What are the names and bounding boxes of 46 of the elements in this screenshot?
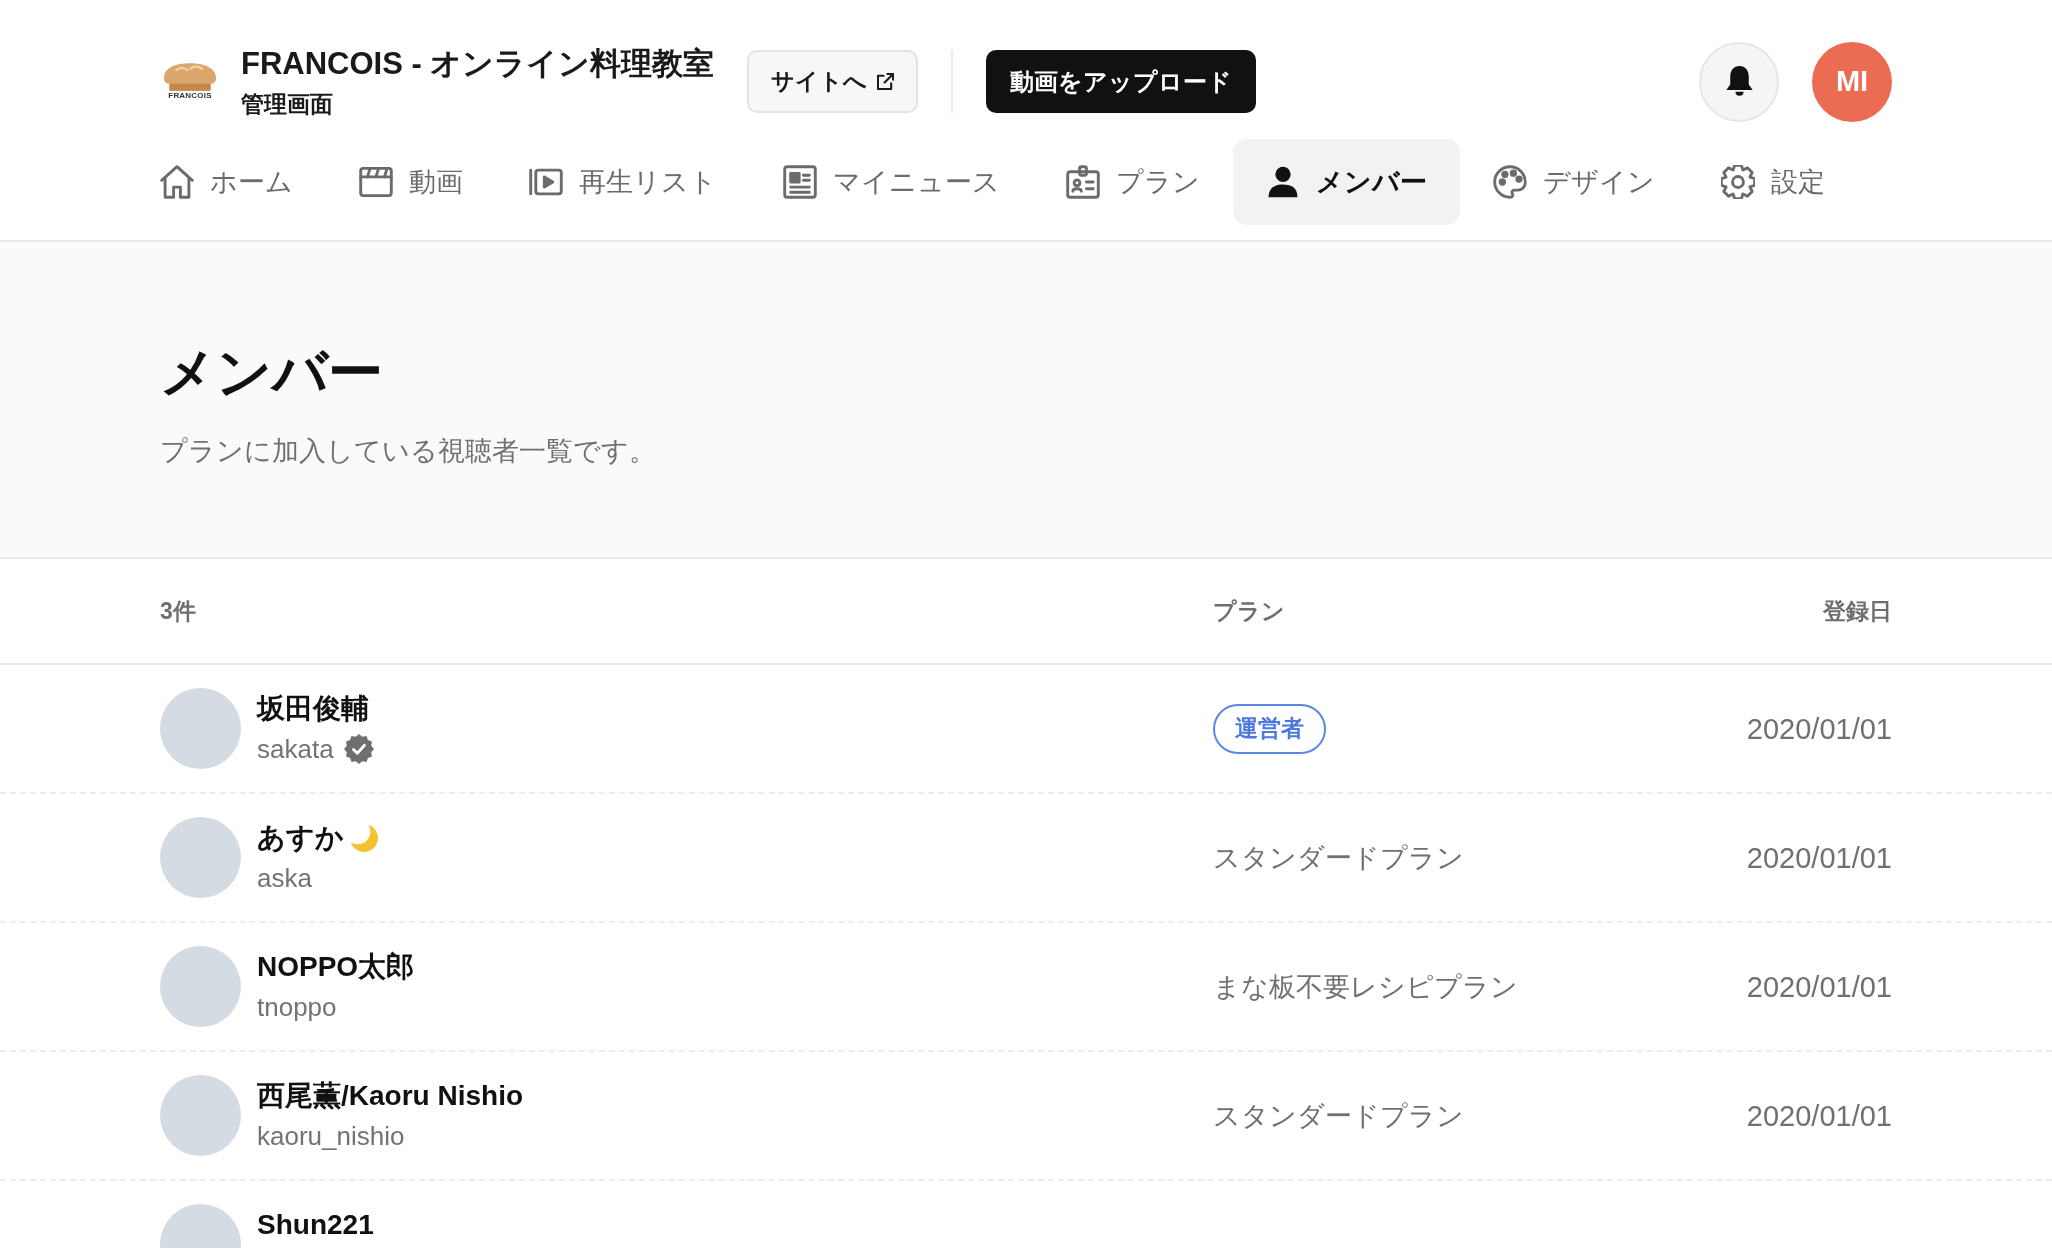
join-date: 2020/01/01 (1746, 969, 1892, 1005)
app-title: FRANCOIS - オンライン料理教室 (241, 44, 715, 83)
page-title: メンバー (160, 340, 384, 405)
bread-icon (164, 62, 216, 91)
column-header: プラン (1213, 597, 1286, 626)
member-username: tnoppo (257, 990, 337, 1023)
member-name: Shun221 (257, 1208, 374, 1241)
member-name: 坂田俊輔 (257, 692, 369, 725)
join-date: 2020/01/01 (1746, 711, 1892, 747)
external-link-icon (877, 73, 895, 90)
upload-button[interactable]: 動画をアップロード (986, 50, 1257, 113)
home-icon (160, 165, 194, 199)
member-username: sakata (257, 732, 334, 765)
nav-tab[interactable]: ホーム (127, 139, 326, 225)
result-count: 3件 (160, 597, 197, 626)
role-badge: 運営者 (1213, 703, 1326, 754)
member-name: NOPPO太郎 (257, 950, 415, 983)
app-subtitle: 管理画面 (241, 89, 334, 119)
plan-name: スタンダードプラン (1213, 1100, 1464, 1131)
page-description: プランに加入している視聴者一覧です。 (160, 435, 657, 468)
nav-tab[interactable]: マイニュース (750, 139, 1033, 225)
nav-tab[interactable]: デザイン (1460, 139, 1688, 225)
person-icon (1266, 165, 1300, 199)
nav-tab[interactable]: メンバー (1233, 139, 1460, 225)
nav-tab[interactable]: 設定 (1688, 139, 1858, 225)
palette-icon (1493, 165, 1527, 199)
nav-tab[interactable]: プラン (1033, 139, 1233, 225)
join-date: 2020/01/01 (1746, 1098, 1892, 1134)
member-name: あすか (257, 821, 344, 854)
nav-tab[interactable]: 再生リスト (496, 139, 750, 225)
member-username: kaoru_nishio (257, 1119, 405, 1152)
member-name: 西尾薫/Kaoru Nishio (257, 1079, 523, 1112)
plan-name: スタンダードプラン (1213, 842, 1464, 873)
nav-tab[interactable]: 動画 (326, 139, 496, 225)
logo-text: FRANCOIS (168, 90, 212, 101)
clapperboard-icon (359, 165, 393, 199)
id-card-icon (1066, 165, 1100, 199)
plan-name: まな板不要レシピプラン (1213, 971, 1518, 1002)
member-username: aska (257, 861, 312, 894)
settings-icon (1721, 165, 1755, 199)
column-header: 登録日 (1823, 597, 1892, 626)
bell-icon (1725, 65, 1753, 98)
newspaper-icon (783, 165, 817, 199)
user-avatar-button[interactable]: MI (1812, 41, 1892, 122)
join-date: 2020/01/01 (1746, 840, 1892, 876)
site-link-button[interactable]: サイトへ (747, 50, 919, 113)
